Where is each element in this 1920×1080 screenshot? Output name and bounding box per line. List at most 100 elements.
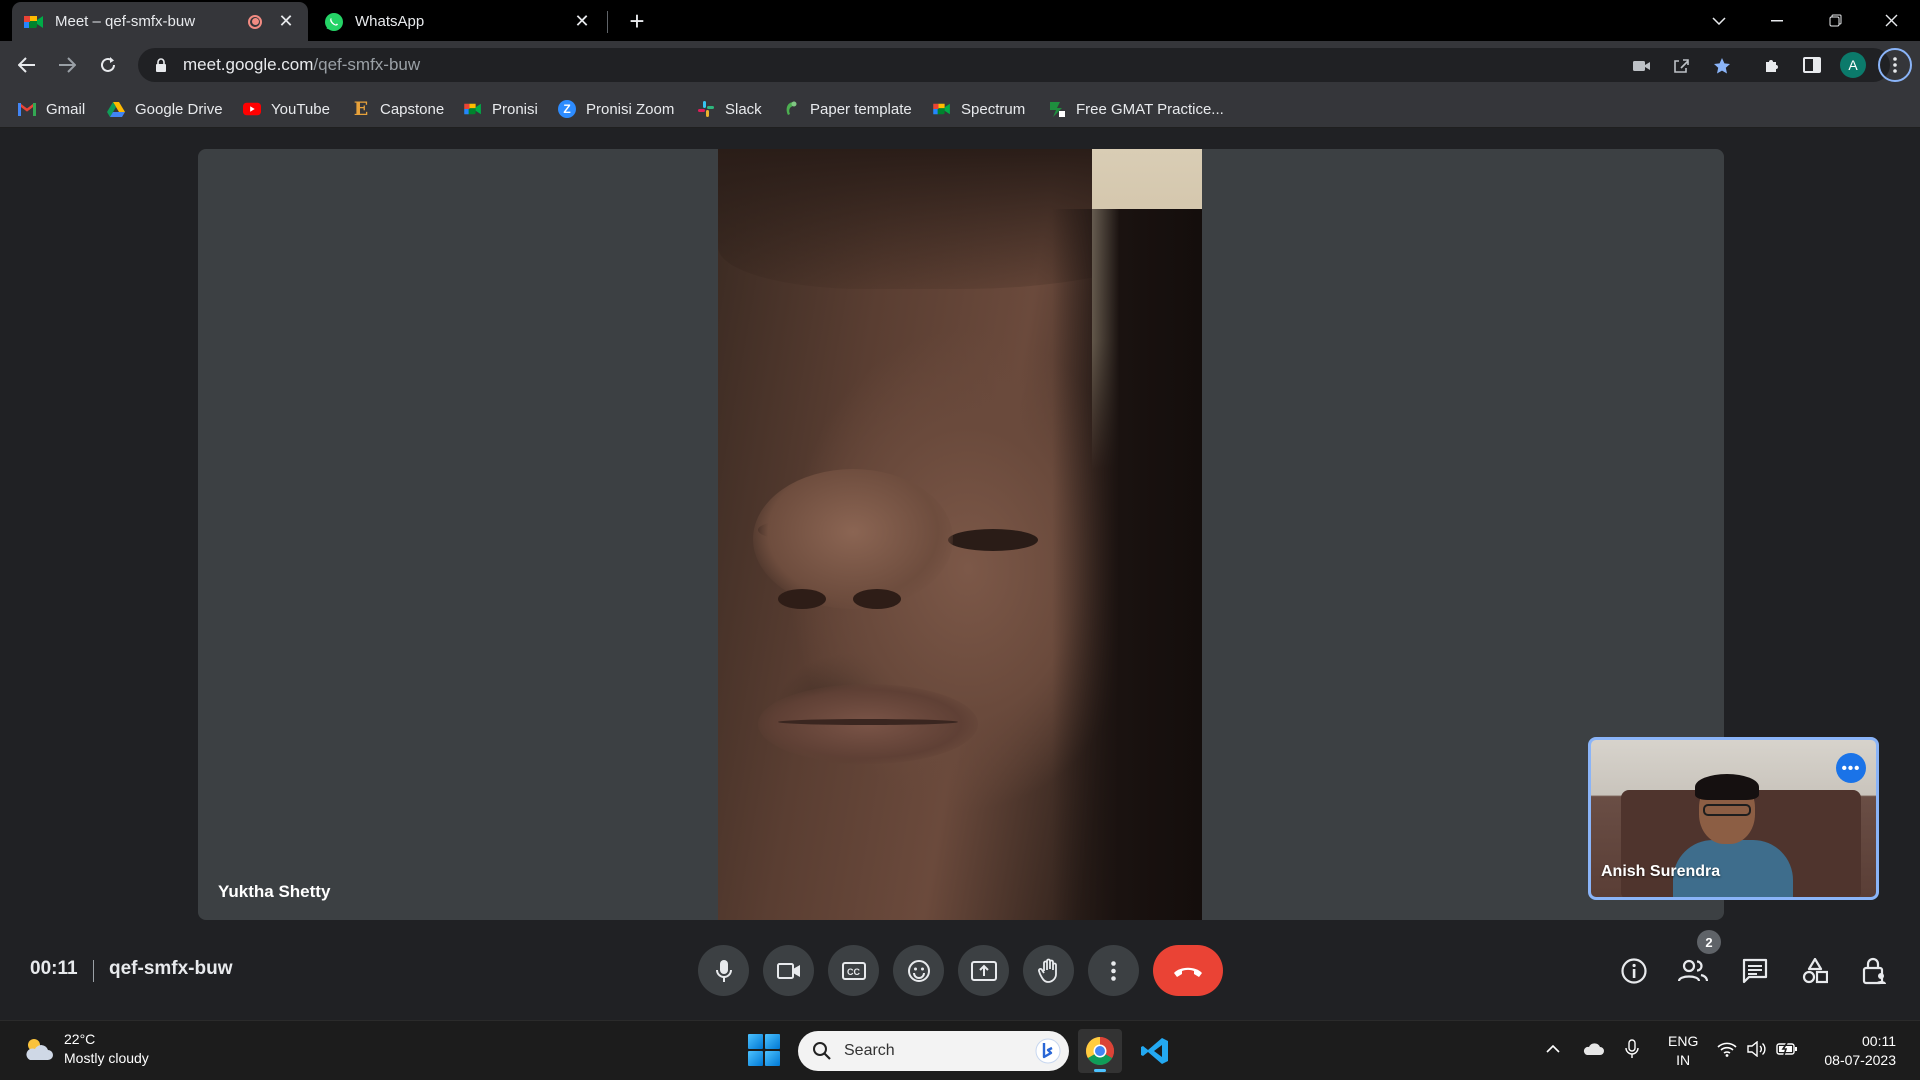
reload-button[interactable] — [93, 50, 123, 80]
google-drive-icon — [107, 100, 125, 118]
people-button[interactable] — [1677, 955, 1709, 987]
leave-call-button[interactable] — [1153, 945, 1223, 996]
bookmark-label: Slack — [725, 100, 762, 118]
more-options-button[interactable] — [1088, 945, 1139, 996]
vscode-icon — [1141, 1038, 1168, 1064]
onedrive-icon[interactable] — [1581, 1037, 1605, 1061]
tab-title: WhatsApp — [355, 13, 425, 30]
restore-button[interactable] — [1806, 0, 1864, 41]
more-vert-icon — [1893, 57, 1897, 73]
lock-icon[interactable] — [154, 58, 168, 72]
close-tab-icon[interactable]: ✕ — [276, 11, 296, 32]
browser-toolbar: meet.google.com/qef-smfx-buw A — [0, 41, 1920, 89]
share-icon[interactable] — [1672, 56, 1692, 76]
camera-button[interactable] — [763, 945, 814, 996]
bookmark-label: Gmail — [46, 100, 86, 118]
input-language[interactable]: ENG IN — [1668, 1032, 1698, 1070]
capstone-icon: E — [353, 98, 369, 120]
bookmark-gmail[interactable]: Gmail — [18, 97, 85, 121]
start-button[interactable] — [748, 1034, 780, 1066]
bookmark-pronisi[interactable]: Pronisi — [464, 97, 538, 121]
activities-button[interactable] — [1799, 955, 1831, 987]
microphone-icon — [715, 959, 732, 982]
profile-avatar[interactable]: A — [1840, 52, 1866, 78]
google-meet-icon — [933, 100, 951, 118]
google-meet-icon — [24, 12, 44, 32]
bookmark-spectrum[interactable]: Spectrum — [933, 97, 1025, 121]
participant-video — [718, 149, 1202, 920]
volume-icon[interactable] — [1745, 1037, 1769, 1061]
forward-button[interactable] — [52, 50, 82, 80]
taskbar-chrome[interactable] — [1078, 1029, 1122, 1073]
zoom-icon: Z — [558, 100, 576, 118]
chat-button[interactable] — [1739, 955, 1771, 987]
bookmark-free-gmat[interactable]: Free GMAT Practice... — [1048, 97, 1224, 121]
search-placeholder: Search — [844, 1042, 895, 1059]
bookmark-pronisi-zoom[interactable]: Z Pronisi Zoom — [558, 97, 674, 121]
extensions-icon[interactable] — [1758, 51, 1786, 79]
tab-meet[interactable]: Meet – qef-smfx-buw ✕ — [12, 2, 308, 41]
new-tab-button[interactable]: + — [622, 6, 652, 36]
microphone-button[interactable] — [698, 945, 749, 996]
present-to-all-icon — [970, 960, 997, 981]
chrome-icon — [1086, 1037, 1114, 1065]
call-end-icon — [1174, 967, 1202, 977]
tab-search-chevron-icon[interactable] — [1690, 0, 1748, 41]
weather-widget[interactable]: 22°C Mostly cloudy — [22, 1030, 149, 1068]
bookmark-label: Paper template — [810, 100, 912, 118]
address-bar[interactable]: meet.google.com/qef-smfx-buw — [138, 48, 1890, 82]
close-tab-icon[interactable]: ✕ — [572, 11, 592, 32]
chrome-menu-button[interactable] — [1878, 48, 1912, 82]
meeting-details-button[interactable] — [1618, 955, 1650, 987]
bookmarks-bar: Gmail Google Drive YouTube E Capstone Pr… — [0, 89, 1920, 128]
weather-temp: 22°C — [64, 1031, 96, 1047]
taskbar-vscode[interactable] — [1133, 1029, 1177, 1073]
hand-icon — [1037, 958, 1057, 983]
bookmark-capstone[interactable]: E Capstone — [352, 97, 444, 121]
present-screen-button[interactable] — [958, 945, 1009, 996]
microphone-in-use-icon[interactable] — [1620, 1037, 1644, 1061]
url-host: meet.google.com — [183, 55, 314, 74]
system-clock[interactable]: 00:11 08-07-2023 — [1812, 1032, 1896, 1070]
participant-count-badge: 2 — [1697, 930, 1721, 954]
bookmark-label: Capstone — [380, 100, 445, 118]
battery-charging-icon[interactable] — [1775, 1037, 1799, 1061]
self-view-tile[interactable]: Anish Surendra ••• — [1588, 737, 1879, 900]
close-window-button[interactable] — [1862, 0, 1920, 41]
minimize-button[interactable] — [1748, 0, 1806, 41]
lang-code: ENG — [1668, 1033, 1699, 1049]
bookmark-label: Pronisi — [492, 100, 538, 118]
bookmark-label: YouTube — [271, 100, 330, 118]
bookmark-google-drive[interactable]: Google Drive — [107, 97, 223, 121]
cloud-sun-icon — [26, 1039, 53, 1060]
whatsapp-icon — [324, 12, 344, 32]
more-options-icon[interactable]: ••• — [1836, 753, 1866, 783]
search-icon — [813, 1042, 831, 1060]
bing-icon[interactable] — [1035, 1038, 1061, 1064]
clock-time: 00:11 — [1862, 1033, 1896, 1049]
taskbar-search[interactable]: Search — [798, 1031, 1069, 1071]
tab-separator — [607, 11, 608, 33]
bookmark-slack[interactable]: Slack — [697, 97, 762, 121]
url-path: /qef-smfx-buw — [313, 55, 421, 74]
wifi-icon[interactable] — [1715, 1037, 1739, 1061]
paper-template-icon — [782, 100, 800, 118]
camera-in-use-icon[interactable] — [1632, 56, 1652, 76]
back-button[interactable] — [12, 50, 42, 80]
self-participant-name: Anish Surendra — [1601, 863, 1721, 880]
captions-button[interactable]: CC — [828, 945, 879, 996]
lang-region: IN — [1676, 1052, 1691, 1068]
bookmark-star-icon[interactable] — [1712, 56, 1732, 76]
closed-captions-icon: CC — [841, 961, 866, 980]
reactions-button[interactable] — [893, 945, 944, 996]
tab-whatsapp[interactable]: WhatsApp ✕ — [312, 2, 604, 41]
host-controls-button[interactable] — [1859, 955, 1891, 987]
show-hidden-icons-chevron-icon[interactable] — [1541, 1037, 1565, 1061]
bookmark-youtube[interactable]: YouTube — [243, 97, 330, 121]
tab-title: Meet – qef-smfx-buw — [55, 13, 196, 30]
bookmark-paper-template[interactable]: Paper template — [782, 97, 912, 121]
active-indicator — [1094, 1069, 1106, 1072]
videocam-icon — [776, 962, 800, 979]
raise-hand-button[interactable] — [1023, 945, 1074, 996]
side-panel-icon[interactable] — [1798, 51, 1826, 79]
